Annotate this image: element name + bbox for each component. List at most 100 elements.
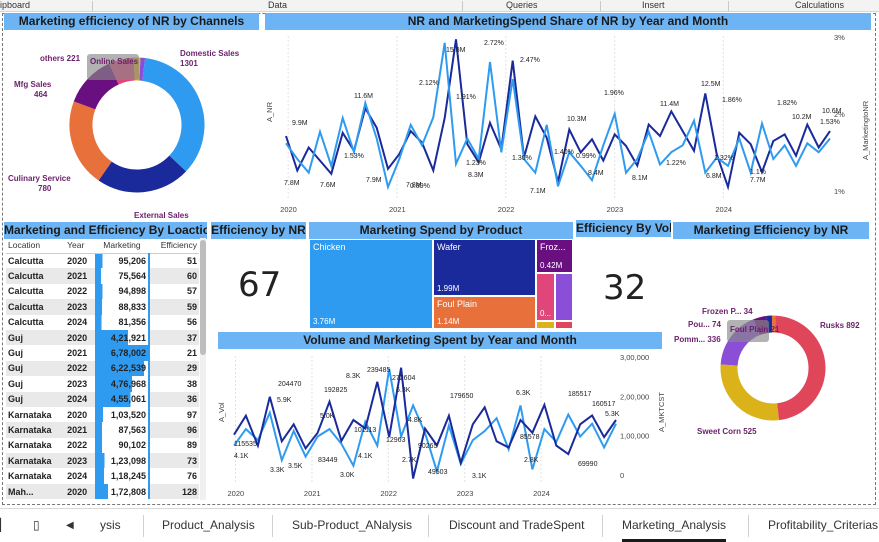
donut-segment-sweet-corn[interactable] [729,365,778,412]
ribbon-calculations[interactable]: Calculations [795,0,844,11]
tab-sub-product-analysis[interactable]: Sub-Product_ANalysis [292,509,412,542]
spend-treemap[interactable]: Chicken3.76M Wafer1.99M Foul Plain1.14M … [309,239,573,329]
data-label: 12963 [386,437,406,444]
table-row[interactable]: Calcutta202294,89857 [6,284,199,299]
efficiency-cell: 56 [149,315,199,330]
donut-segment-rusks[interactable] [775,324,817,412]
eff-vol-kpi: 32 [603,268,646,308]
data-label: 10.6M [822,108,842,115]
page-tabs: ▏ ▯ ◀ ysis Product_Analysis Sub-Product_… [0,508,879,541]
treemap-wafer[interactable]: Wafer1.99M [433,239,536,296]
data-label: 5.3K [605,411,620,418]
marketing-cell: 1,23,098 [95,453,149,468]
table-row[interactable]: Guj20234,76,96838 [6,376,199,391]
tab-analysis[interactable]: ysis [100,509,121,542]
table-row[interactable]: Guj20244,55,06136 [6,392,199,407]
donut-segment-domestic[interactable] [144,69,193,163]
table-row[interactable]: Calcutta202388,83359 [6,299,199,314]
data-label: 1.30% [512,155,532,162]
share-series-line[interactable] [286,43,830,187]
table-row[interactable]: Calcutta202095,20651 [6,253,199,268]
eff-vol-title: Efficiency By Vol [576,220,671,237]
col-efficiency[interactable]: Efficiency [149,238,199,253]
data-label: 3.3K [270,467,285,474]
year-cell: 2020 [65,407,95,422]
volume-line-chart[interactable]: 202020212022202320243,00,0002,00,0001,00… [212,350,672,502]
data-label: 7.9M [366,177,382,184]
table-row[interactable]: Calcutta202481,35656 [6,315,199,330]
table-scrollbar-thumb[interactable] [200,240,206,355]
data-label: 7.1M [530,188,546,195]
x-tick-label: 2023 [607,205,624,214]
year-cell: 2024 [65,468,95,483]
y-right-tick-label: 0 [620,471,624,480]
location-table-title: Marketing and Efficiency By Loaction [4,222,207,239]
table-row[interactable]: Guj20204,21,92137 [6,330,199,345]
channels-donut-chart[interactable]: Domestic Sales1301External Sales836Culin… [4,32,262,218]
tab-nav-left-icon[interactable]: ▏ [0,509,9,542]
data-label: 179650 [450,393,473,400]
col-location[interactable]: Location [6,238,65,253]
marketing-cell: 75,564 [95,268,149,283]
data-label: 4.1K [234,453,249,460]
treemap-chicken[interactable]: Chicken3.76M [309,239,433,329]
channel-label: Domestic Sales [180,49,240,58]
table-row[interactable]: Mah...20201,72,808128 [6,484,199,499]
data-label: 1.53% [820,119,840,126]
table-row[interactable]: Karnataka20241,18,24576 [6,468,199,483]
efficiency-cell: 51 [149,253,199,268]
ribbon-data[interactable]: Data [268,0,287,11]
data-label: 2.47% [520,57,540,64]
col-marketing[interactable]: Marketing [95,238,149,253]
tab-marketing-analysis[interactable]: Marketing_Analysis [622,509,726,542]
channel-value: 464 [34,90,48,99]
table-row[interactable]: Karnataka202187,56396 [6,422,199,437]
location-cell: Karnataka [6,422,65,437]
table-row[interactable]: Karnataka20201,03,52097 [6,407,199,422]
treemap-small-4[interactable] [555,321,573,329]
product-label: Pou... 74 [688,320,721,329]
table-row[interactable]: Guj20216,78,00221 [6,345,199,360]
y-right-tick-label: 2,00,000 [620,392,649,401]
table-row[interactable]: Karnataka202290,10289 [6,438,199,453]
treemap-small-1[interactable]: 0... [536,273,555,321]
treemap-small-2[interactable] [555,273,573,321]
y-axis-label-left: A_Vol [217,402,226,422]
y-right-tick-label: 1,00,000 [620,432,649,441]
location-table[interactable]: Location Year Marketing Efficiency Calcu… [6,238,199,499]
location-cell: Calcutta [6,268,65,283]
tab-product-analysis[interactable]: Product_Analysis [162,509,255,542]
table-row[interactable]: Guj20226,22,53929 [6,361,199,376]
data-label: 5.0K [320,413,335,420]
treemap-frozen[interactable]: Froz...0.42M [536,239,573,273]
treemap-foul-plain[interactable]: Foul Plain1.14M [433,296,536,329]
data-label: 192825 [324,387,347,394]
table-row[interactable]: Karnataka20231,23,09873 [6,453,199,468]
ribbon-queries[interactable]: Queries [506,0,538,11]
phone-icon[interactable]: ▯ [33,509,40,542]
data-label: 7.7M [750,177,766,184]
treemap-small-3[interactable] [536,321,555,329]
data-label: 12.5M [701,81,721,88]
nr-share-line-chart[interactable]: 202020212022202320243%2%1%9.9M7.8M7.6M11… [264,30,876,220]
products-donut-chart[interactable]: Rusks 892Sweet Corn 525Pomm... 336Pou...… [672,290,872,490]
table-row[interactable]: Calcutta202175,56460 [6,268,199,283]
donut-segment-culinary[interactable] [81,105,105,171]
prev-tab-icon[interactable]: ◀ [66,509,74,542]
tab-profitability[interactable]: Profitability_Criterias [768,509,878,542]
ribbon-insert[interactable]: Insert [642,0,665,11]
x-tick-label: 2022 [380,489,397,498]
donut-segment-external[interactable] [105,163,178,181]
data-label: 5.9K [277,397,292,404]
location-cell: Karnataka [6,453,65,468]
data-label: 3.1K [472,473,487,480]
marketing-cell: 1,72,808 [95,484,149,499]
data-label: 0.89% [410,183,430,190]
data-label: 69990 [578,461,598,468]
x-tick-label: 2024 [715,205,732,214]
tab-discount-tradespent[interactable]: Discount and TradeSpent [449,509,584,542]
ribbon-clipboard[interactable]: ipboard [0,0,30,11]
col-year[interactable]: Year [65,238,95,253]
volume-chart-title: Volume and Marketing Spent by Year and M… [218,332,662,349]
data-label: 1.82% [777,100,797,107]
